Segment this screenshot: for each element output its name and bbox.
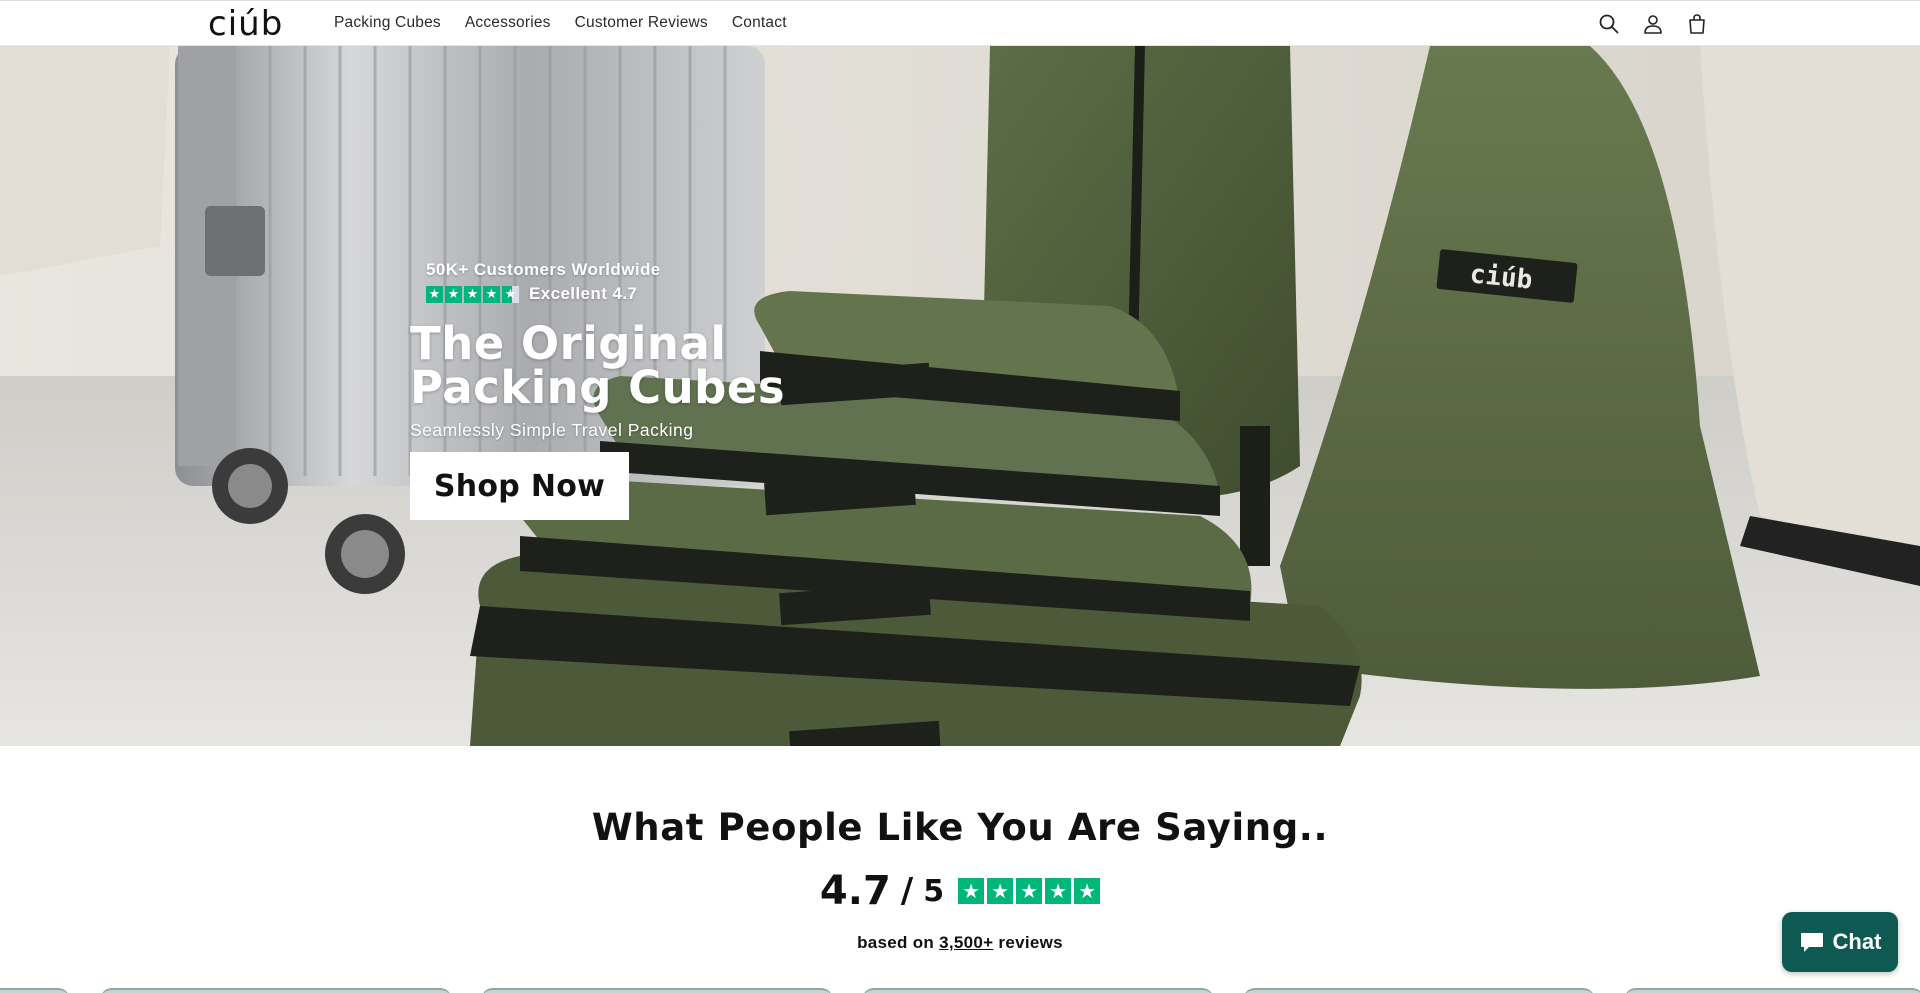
hero-image: ciúb (0, 46, 1920, 746)
nav-accessories[interactable]: Accessories (453, 14, 563, 32)
chat-label: Chat (1832, 929, 1882, 954)
review-card[interactable] (481, 988, 833, 993)
star-icon: ★ (1045, 878, 1072, 904)
reviews-heading: What People Like You Are Saying.. (591, 806, 1329, 849)
nav-customer-reviews[interactable]: Customer Reviews (563, 14, 720, 32)
star-icon: ★ (987, 878, 1014, 904)
based-on-suffix: reviews (993, 933, 1063, 952)
based-on-prefix: based on (857, 933, 940, 952)
review-card[interactable] (100, 988, 452, 993)
hero-subtitle: Seamlessly Simple Travel Packing (410, 420, 694, 440)
hero-banner: ciúb 50K+ Customers Worldwide ★ ★ ★ ★ ★ … (0, 46, 1920, 746)
search-icon[interactable] (1596, 11, 1622, 37)
nav-packing-cubes[interactable]: Packing Cubes (322, 14, 453, 32)
trustpilot-stars: ★ ★ ★ ★ ★ (958, 878, 1101, 904)
hero-title: The Original Packing Cubes (410, 317, 786, 414)
chat-bubble-icon (1800, 933, 1823, 952)
rating-max: 5 (923, 873, 945, 909)
account-icon[interactable] (1640, 11, 1666, 37)
star-icon: ★ (445, 285, 462, 303)
cart-icon[interactable] (1684, 11, 1710, 37)
star-icon: ★ (483, 285, 500, 303)
rating-slash: / (900, 871, 914, 911)
review-card[interactable] (862, 988, 1214, 993)
review-card[interactable] (1624, 988, 1920, 993)
site-header: ciúb Packing Cubes Accessories Customer … (0, 0, 1920, 46)
half-star-icon: ★ (502, 285, 519, 303)
chat-button[interactable]: Chat (1782, 912, 1898, 972)
star-icon: ★ (958, 878, 985, 904)
hero-rating: ★ ★ ★ ★ ★ Excellent 4.7 (426, 284, 637, 304)
customers-count: 50K+ Customers Worldwide (426, 260, 661, 279)
shop-now-button[interactable]: Shop Now (410, 452, 629, 520)
star-icon: ★ (1074, 878, 1101, 904)
review-card[interactable] (1243, 988, 1595, 993)
main-nav: Packing Cubes Accessories Customer Revie… (322, 14, 799, 32)
trustpilot-stars-small: ★ ★ ★ ★ ★ (426, 285, 519, 303)
header-actions (1596, 11, 1710, 37)
star-icon: ★ (426, 285, 443, 303)
star-icon: ★ (1016, 878, 1043, 904)
rating-summary: 4.7 / 5 ★ ★ ★ ★ ★ (0, 868, 1920, 914)
review-count-line: based on 3,500+ reviews (0, 933, 1920, 953)
rating-score: 4.7 (819, 868, 891, 914)
review-count-link[interactable]: 3,500+ (939, 933, 993, 952)
star-icon: ★ (464, 285, 481, 303)
review-card[interactable] (0, 988, 70, 993)
rating-text: Excellent 4.7 (529, 284, 638, 303)
nav-contact[interactable]: Contact (720, 14, 799, 32)
brand-logo[interactable]: ciúb (208, 4, 283, 44)
